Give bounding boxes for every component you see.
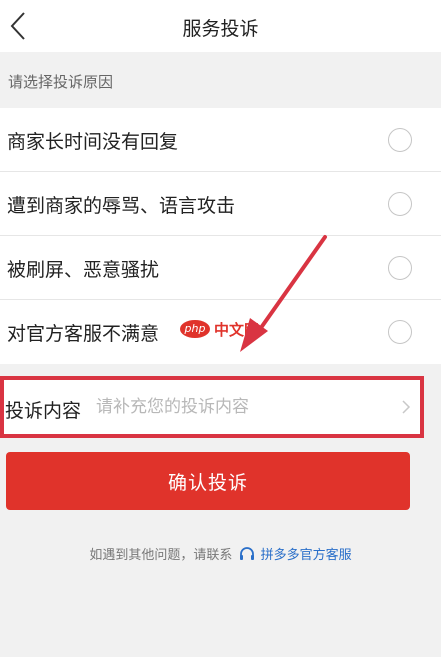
reason-option[interactable]: 商家长时间没有回复 — [0, 108, 441, 172]
footer-help: 如遇到其他问题，请联系 拼多多官方客服 — [0, 544, 441, 563]
chevron-left-icon[interactable] — [4, 10, 32, 42]
official-support-link[interactable]: 拼多多官方客服 — [261, 548, 352, 563]
reason-option[interactable]: 遭到商家的辱骂、语言攻击 — [0, 172, 441, 236]
radio-button[interactable] — [388, 192, 412, 216]
radio-button[interactable] — [388, 256, 412, 280]
watermark-logo: php — [180, 320, 210, 338]
complaint-content-label: 投诉内容 — [5, 400, 82, 422]
chevron-right-icon — [402, 400, 411, 414]
watermark-text: 中文网 — [214, 320, 260, 339]
reason-label: 对官方客服不满意 — [7, 323, 160, 345]
page-title: 服务投诉 — [182, 18, 259, 40]
radio-button[interactable] — [388, 320, 412, 344]
complaint-content-row[interactable]: 投诉内容 — [0, 376, 424, 438]
radio-button[interactable] — [388, 128, 412, 152]
section-hint: 请选择投诉原因 — [8, 73, 114, 91]
top-bar: 服务投诉 — [0, 0, 441, 52]
reason-label: 商家长时间没有回复 — [7, 131, 179, 153]
reason-option[interactable]: 被刷屏、恶意骚扰 — [0, 236, 441, 300]
complaint-content-input[interactable] — [96, 392, 396, 422]
footer-prefix: 如遇到其他问题，请联系 — [89, 548, 233, 563]
reason-label: 被刷屏、恶意骚扰 — [7, 259, 160, 281]
headset-icon — [239, 547, 254, 560]
confirm-complaint-button[interactable]: 确认投诉 — [6, 452, 410, 510]
watermark: php 中文网 — [180, 318, 259, 340]
reason-label: 遭到商家的辱骂、语言攻击 — [7, 195, 236, 217]
